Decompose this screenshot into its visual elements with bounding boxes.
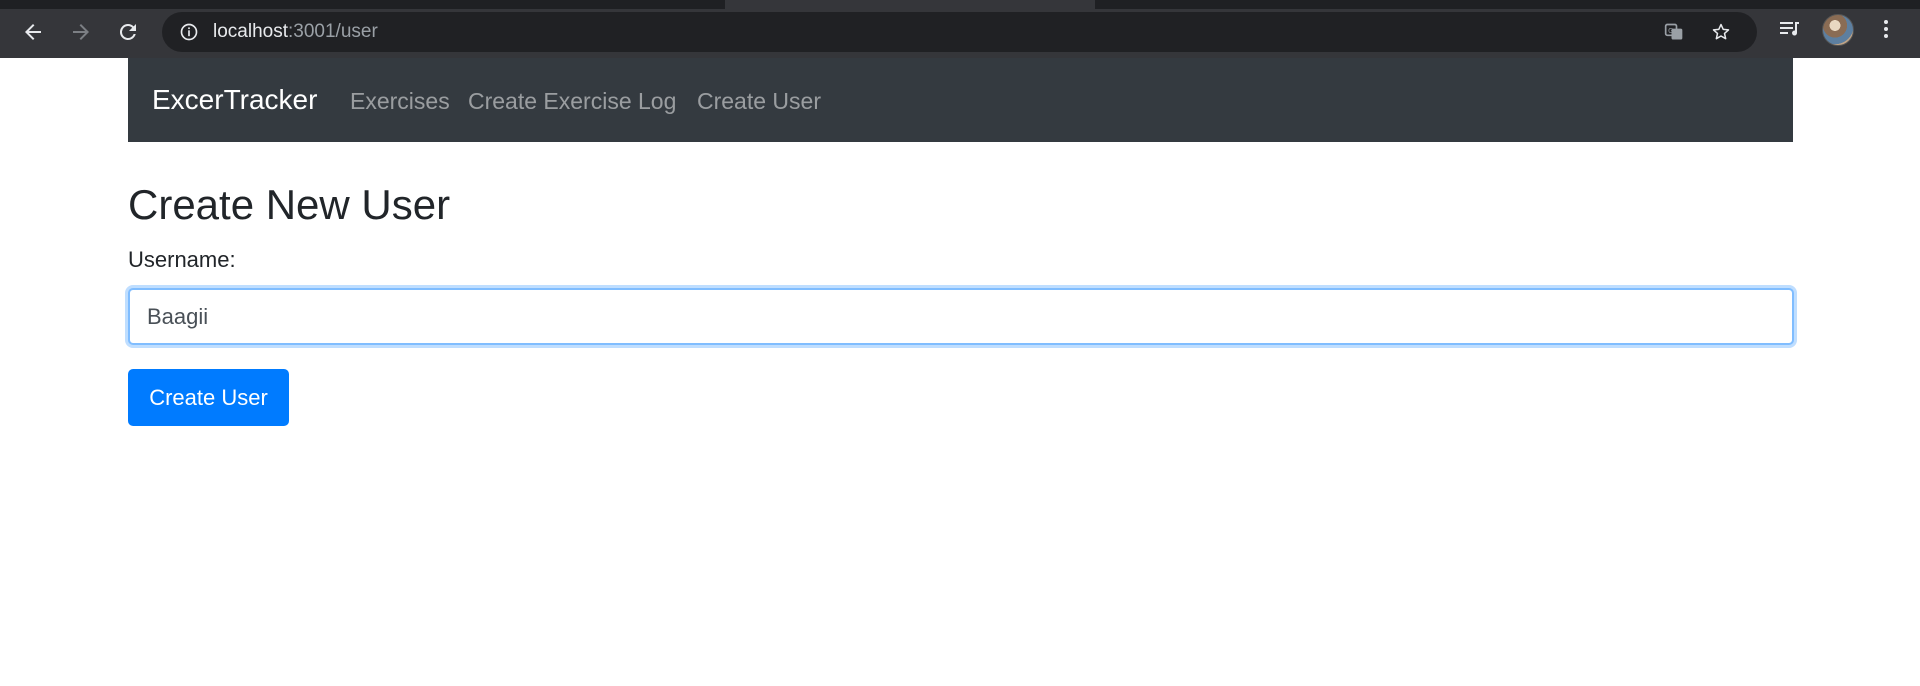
reload-icon <box>119 23 136 40</box>
url-path: :3001/user <box>288 21 378 42</box>
brand-link[interactable]: ExcerTracker <box>152 84 317 116</box>
active-tab-edge <box>725 0 1095 9</box>
translate-icon[interactable]: G <box>1664 22 1684 42</box>
browser-toolbar: localhost:3001/user G <box>0 0 1920 58</box>
url-host: localhost <box>213 21 288 42</box>
avatar[interactable] <box>1822 14 1854 46</box>
username-label: Username: <box>128 247 236 272</box>
kebab-menu-icon <box>1884 20 1888 38</box>
media-control-button[interactable] <box>1777 16 1803 42</box>
media-control-icon <box>1780 22 1799 36</box>
nav-link-create-exercise-log[interactable]: Create Exercise Log <box>468 88 676 114</box>
reload-button[interactable] <box>110 14 146 50</box>
nav-link-create-user[interactable]: Create User <box>697 88 821 114</box>
app-navbar: ExcerTracker Exercises Create Exercise L… <box>128 58 1793 142</box>
page-title: Create New User <box>128 181 451 228</box>
browser-menu-button[interactable] <box>1873 16 1899 42</box>
username-input[interactable] <box>128 288 1794 345</box>
address-bar[interactable]: localhost:3001/user G <box>162 12 1757 52</box>
forward-arrow-icon <box>73 24 89 40</box>
back-button[interactable] <box>15 14 51 50</box>
star-icon[interactable] <box>1711 22 1731 42</box>
forward-button[interactable] <box>63 14 99 50</box>
url-text: localhost:3001/user <box>213 21 378 43</box>
nav-link-exercises[interactable]: Exercises <box>350 88 450 114</box>
info-icon[interactable] <box>179 22 199 42</box>
back-arrow-icon <box>25 24 41 40</box>
create-user-button[interactable]: Create User <box>128 369 289 426</box>
svg-text:G: G <box>1668 27 1673 35</box>
